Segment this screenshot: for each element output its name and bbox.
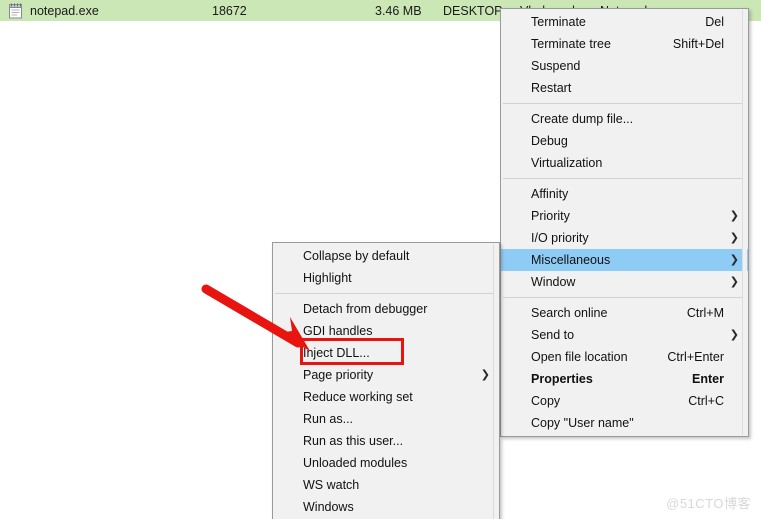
menu-separator <box>503 103 746 104</box>
context-menu-item-label: Suspend <box>531 59 581 73</box>
context-menu-item[interactable]: I/O priority ❯ <box>501 227 748 249</box>
menu-separator <box>275 293 497 294</box>
context-menu-item[interactable]: Miscellaneous ❯ <box>501 249 748 271</box>
submenu-item[interactable]: Collapse by default <box>273 245 499 267</box>
context-menu-item-label: Virtualization <box>531 156 603 170</box>
submenu-item[interactable]: WS watch <box>273 474 499 496</box>
chevron-right-icon: ❯ <box>729 232 739 244</box>
context-menu-item-label: Miscellaneous <box>531 253 611 267</box>
context-menu-item[interactable]: Window ❯ <box>501 271 748 293</box>
process-name: notepad.exe <box>30 3 99 18</box>
context-menu-item-shortcut: Shift+Del <box>672 37 724 51</box>
submenu-item-label: Inject DLL... <box>303 346 370 360</box>
context-menu-item-shortcut: Del <box>705 15 724 29</box>
process-memory: 3.46 MB <box>375 3 422 18</box>
submenu-item-label: Reduce working set <box>303 390 413 404</box>
context-menu-scrollbar[interactable] <box>742 10 747 435</box>
process-user-host: DESKTOP <box>443 3 503 18</box>
miscellaneous-submenu[interactable]: Collapse by default Highlight Detach from … <box>272 242 500 519</box>
notepad-icon <box>9 3 22 19</box>
context-menu-item-shortcut: Ctrl+M <box>686 306 724 320</box>
context-menu-item[interactable]: Properties Enter <box>501 368 748 390</box>
context-menu-item-label: Create dump file... <box>531 112 634 126</box>
context-menu-item-label: Terminate tree <box>531 37 611 51</box>
submenu-item[interactable]: Detach from debugger <box>273 298 499 320</box>
process-pid: 18672 <box>212 3 247 18</box>
context-menu-item[interactable]: Priority ❯ <box>501 205 748 227</box>
context-menu-item-label: Affinity <box>531 187 569 201</box>
context-menu-item-label: Debug <box>531 134 568 148</box>
submenu-item[interactable]: Page priority ❯ <box>273 364 499 386</box>
context-menu-item[interactable]: Send to ❯ <box>501 324 748 346</box>
context-menu-item-label: Open file location <box>531 350 628 364</box>
context-menu-item-shortcut: Enter <box>692 372 724 386</box>
watermark: @51CTO博客 <box>666 496 751 511</box>
menu-separator <box>503 178 746 179</box>
context-menu-item[interactable]: Open file location Ctrl+Enter <box>501 346 748 368</box>
context-menu-item[interactable]: Create dump file... <box>501 108 748 130</box>
submenu-item[interactable]: GDI handles <box>273 320 499 342</box>
submenu-item-label: Highlight <box>303 271 352 285</box>
context-menu-item[interactable]: Restart <box>501 77 748 99</box>
screen-root: notepad.exe 18672 3.46 MB DESKTOP Vlad.-… <box>0 0 761 519</box>
submenu-item-label: Windows <box>303 500 354 514</box>
submenu-item-label: Page priority <box>303 368 374 382</box>
submenu-item-label: Unloaded modules <box>303 456 408 470</box>
context-menu-item[interactable]: Virtualization <box>501 152 748 174</box>
process-context-menu[interactable]: Terminate Del Terminate tree Shift+Del Suspe… <box>500 8 749 437</box>
submenu-item-label: WS watch <box>303 478 360 492</box>
chevron-right-icon: ❯ <box>729 276 739 288</box>
context-menu-item-label: Window <box>531 275 576 289</box>
chevron-right-icon: ❯ <box>729 329 739 341</box>
context-menu-item[interactable]: Copy Ctrl+C <box>501 390 748 412</box>
context-menu-item[interactable]: Terminate tree Shift+Del <box>501 33 748 55</box>
submenu-item-label: Collapse by default <box>303 249 410 263</box>
context-menu-item[interactable]: Copy "User name" <box>501 412 748 434</box>
submenu-item[interactable]: Windows <box>273 496 499 518</box>
context-menu-item-label: Copy "User name" <box>531 416 634 430</box>
submenu-item-label: Detach from debugger <box>303 302 428 316</box>
context-menu-item-label: Send to <box>531 328 575 342</box>
submenu-scrollbar[interactable] <box>493 244 498 519</box>
submenu-item[interactable]: Highlight <box>273 267 499 289</box>
context-menu-item-label: Terminate <box>531 15 586 29</box>
context-menu-item-shortcut: Ctrl+C <box>688 394 724 408</box>
context-menu-item-label: Restart <box>531 81 572 95</box>
context-menu-item[interactable]: Debug <box>501 130 748 152</box>
submenu-item-label: Run as... <box>303 412 354 426</box>
context-menu-item[interactable]: Search online Ctrl+M <box>501 302 748 324</box>
submenu-item[interactable]: Inject DLL... <box>273 342 499 364</box>
chevron-right-icon: ❯ <box>480 369 490 381</box>
context-menu-item[interactable]: Terminate Del <box>501 11 748 33</box>
context-menu-item-label: Search online <box>531 306 608 320</box>
context-menu-item-label: Properties <box>531 372 593 386</box>
context-menu-item-label: I/O priority <box>531 231 589 245</box>
submenu-item[interactable]: Reduce working set <box>273 386 499 408</box>
context-menu-item-label: Copy <box>531 394 561 408</box>
submenu-item-label: Run as this user... <box>303 434 404 448</box>
context-menu-item[interactable]: Affinity <box>501 183 748 205</box>
chevron-right-icon: ❯ <box>729 254 739 266</box>
menu-separator <box>503 297 746 298</box>
submenu-item[interactable]: Run as... <box>273 408 499 430</box>
submenu-item[interactable]: Run as this user... <box>273 430 499 452</box>
submenu-item-label: GDI handles <box>303 324 373 338</box>
submenu-item[interactable]: Unloaded modules <box>273 452 499 474</box>
chevron-right-icon: ❯ <box>729 210 739 222</box>
context-menu-item-shortcut: Ctrl+Enter <box>667 350 724 364</box>
context-menu-item[interactable]: Suspend <box>501 55 748 77</box>
context-menu-item-label: Priority <box>531 209 570 223</box>
